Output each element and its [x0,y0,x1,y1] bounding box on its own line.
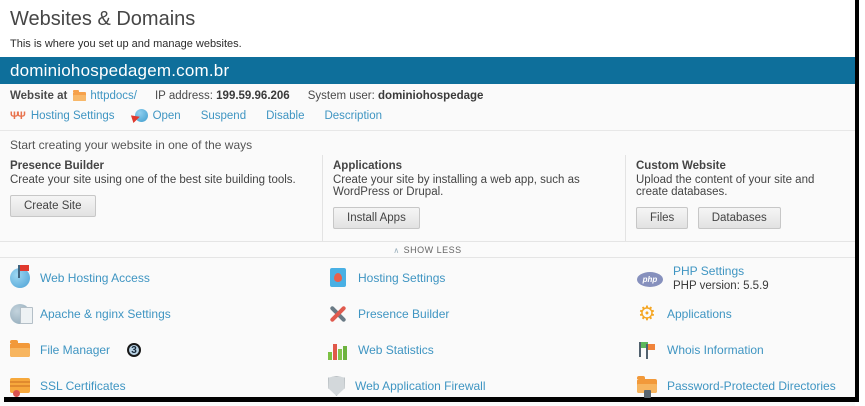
applications-option: Applications Create your site by install… [322,155,625,241]
ip-label: IP address: [155,90,213,102]
shortcut-label[interactable]: Web Application Firewall [355,379,486,393]
shortcut-label[interactable]: Presence Builder [358,307,449,321]
chevron-up-icon: ∧ [393,246,399,255]
show-less-toggle[interactable]: ∧ SHOW LESS [0,241,855,258]
files-button[interactable]: Files [636,207,688,229]
hosting-settings-link[interactable]: Hosting Settings [10,110,115,122]
presence-builder-title: Presence Builder [10,160,312,172]
screenshot-border-right [855,0,859,402]
gear-icon [637,304,657,324]
custom-website-desc: Upload the content of your site and crea… [636,174,845,198]
shortcut-whois-information[interactable]: Whois Information [637,332,836,368]
websites-domains-page: Websites & Domains This is where you set… [0,0,865,406]
httpdocs-link[interactable]: httpdocs/ [90,90,137,102]
php-version-text: PHP version: 5.5.9 [673,280,769,292]
domain-toolbar: Hosting Settings Open Suspend Disable De… [0,106,855,131]
shortcut-hosting-settings[interactable]: Hosting Settings [328,260,486,296]
install-apps-button[interactable]: Install Apps [333,207,420,229]
description-link[interactable]: Description [324,110,382,122]
custom-website-option: Custom Website Upload the content of you… [625,155,855,241]
applications-title: Applications [333,160,615,172]
annotation-badge-3: 3 [127,343,141,357]
open-label[interactable]: Open [153,110,181,122]
folder-lock-icon [637,376,657,396]
shortcut-label[interactable]: Password-Protected Directories [667,379,836,393]
folder-icon [10,340,30,360]
shortcut-label[interactable]: Apache & nginx Settings [40,307,171,321]
open-link[interactable]: Open [135,109,181,122]
folder-icon [73,92,86,101]
page-subtitle: This is where you set up and manage webs… [8,38,855,50]
php-logo-icon: php [637,272,663,287]
shortcut-label[interactable]: Whois Information [667,343,764,357]
shortcut-applications[interactable]: Applications [637,296,836,332]
create-site-button[interactable]: Create Site [10,195,96,217]
globe-server-icon [10,304,30,324]
crossed-tools-icon [328,304,348,324]
create-options: Presence Builder Create your site using … [0,155,855,241]
ip-value: 199.59.96.206 [216,90,290,102]
website-at-label: Website at [10,90,67,102]
forks-icon [10,110,26,122]
shortcut-web-statistics[interactable]: Web Statistics [328,332,486,368]
flag-orange [646,344,655,359]
show-less-label: SHOW LESS [404,245,462,255]
shortcut-label[interactable]: Web Statistics [358,343,434,357]
shortcut-file-manager[interactable]: File Manager 3 [10,332,171,368]
presence-builder-desc: Create your site using one of the best s… [10,174,312,186]
page-header: Websites & Domains This is where you set… [0,0,855,50]
domain-info-row: Website at httpdocs/ IP address: 199.59.… [0,84,855,106]
shortcut-label[interactable]: Applications [667,307,732,321]
shortcut-label[interactable]: Web Hosting Access [40,271,150,285]
shortcut-web-hosting-access[interactable]: Web Hosting Access [10,260,171,296]
disable-link[interactable]: Disable [266,110,304,122]
presence-builder-option: Presence Builder Create your site using … [0,155,322,241]
domain-banner: dominiohospedagem.com.br [0,57,855,84]
create-section-heading: Start creating your website in one of th… [0,131,855,155]
domain-name: dominiohospedagem.com.br [10,61,229,80]
globe-arrow-icon [135,109,148,122]
shortcut-label[interactable]: PHP Settings [673,264,769,278]
page-title: Websites & Domains [10,8,855,31]
shortcut-label[interactable]: Hosting Settings [358,271,445,285]
suspend-link[interactable]: Suspend [201,110,246,122]
screenshot-border-bottom [4,397,856,402]
system-user-value: dominiohospedage [378,90,483,102]
databases-button[interactable]: Databases [698,207,781,229]
shortcut-apache-nginx-settings[interactable]: Apache & nginx Settings [10,296,171,332]
bar-chart-icon [328,340,348,360]
shortcut-label[interactable]: File Manager [40,343,110,357]
shortcut-php-settings[interactable]: php PHP Settings PHP version: 5.5.9 [637,260,836,296]
hosting-settings-label[interactable]: Hosting Settings [31,110,115,122]
custom-website-title: Custom Website [636,160,845,172]
scroll-drop-icon [328,268,348,288]
flags-icon [637,340,657,360]
applications-desc: Create your site by installing a web app… [333,174,615,198]
system-user-label: System user: [308,90,375,102]
shortcut-label[interactable]: SSL Certificates [40,379,126,393]
globe-flag-icon [10,268,30,288]
shortcut-presence-builder[interactable]: Presence Builder [328,296,486,332]
shield-icon [328,376,345,396]
certificate-icon [10,376,30,396]
shortcut-grid: Web Hosting Access Apache & nginx Settin… [0,258,855,406]
